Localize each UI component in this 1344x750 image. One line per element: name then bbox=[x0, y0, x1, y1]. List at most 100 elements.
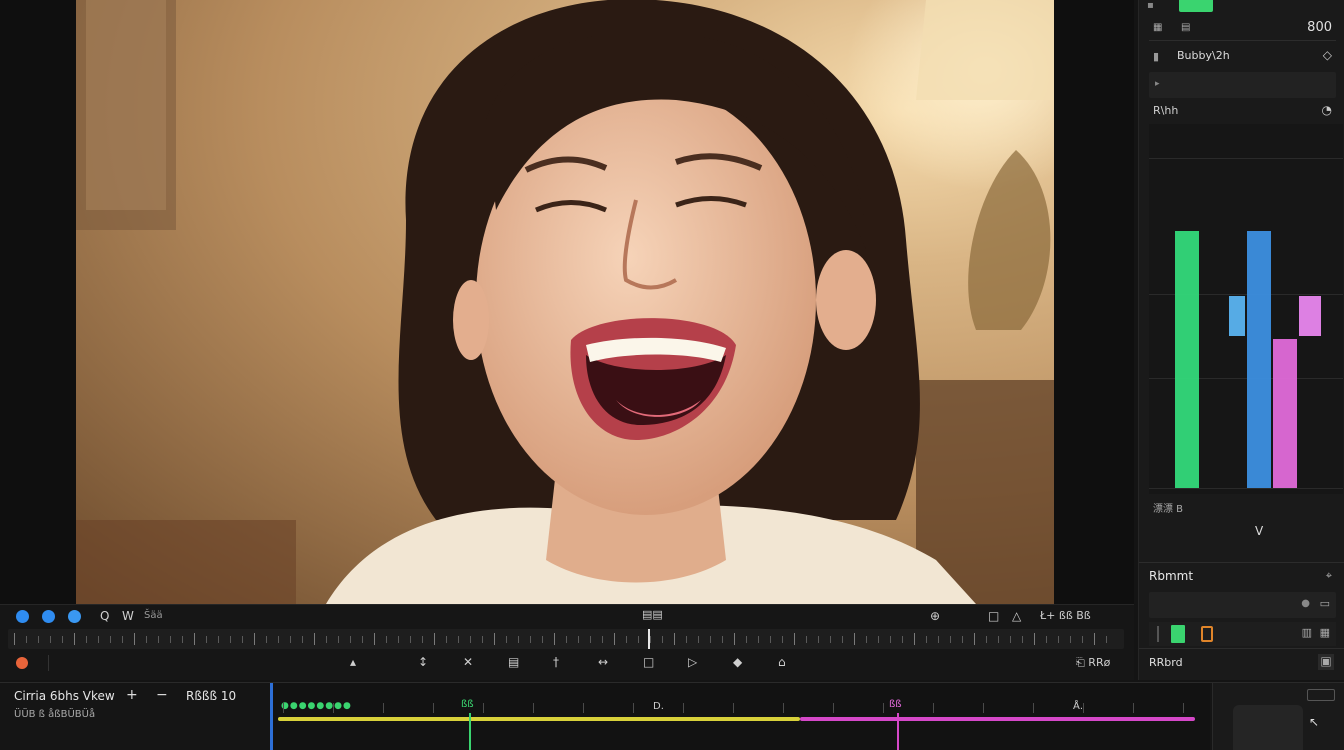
scope-bar-green bbox=[1175, 231, 1199, 488]
ruler-tick bbox=[782, 636, 783, 643]
ruler-tick bbox=[266, 636, 267, 643]
ruler-tick bbox=[542, 636, 543, 643]
timeline-tracks[interactable]: ●●●●●●●● ßß D. ßß Å. bbox=[270, 683, 1210, 750]
timeline-tick bbox=[983, 703, 984, 713]
yellow-clip-track[interactable] bbox=[278, 717, 800, 721]
diamond-icon[interactable]: ◇ bbox=[1323, 48, 1332, 62]
ruler-tick bbox=[1046, 636, 1047, 643]
crop-tool[interactable]: □ bbox=[643, 655, 654, 669]
layer-value-field[interactable]: ▸ bbox=[1149, 72, 1336, 98]
ruler-tick bbox=[926, 636, 927, 643]
add-track-icon[interactable]: + bbox=[126, 687, 138, 703]
ruler-tick bbox=[794, 633, 795, 645]
layer-name: Bubby\2h bbox=[1177, 49, 1230, 62]
cloud-icon[interactable] bbox=[42, 610, 55, 623]
ruler-tick bbox=[878, 636, 879, 643]
wave-button[interactable]: W bbox=[122, 609, 134, 623]
green-track-label: ●●●●●●●● bbox=[281, 701, 352, 711]
ruler-tick bbox=[1022, 636, 1023, 643]
ruler-tick bbox=[374, 633, 375, 645]
marker-button[interactable]: ▴ bbox=[350, 655, 356, 669]
scopes-settings-icon[interactable]: ◔ bbox=[1322, 103, 1332, 117]
green-keyframe-button[interactable] bbox=[1171, 625, 1185, 643]
field-menu-icon[interactable]: ▭ bbox=[1320, 597, 1330, 610]
transport-bar: Q W Šää ▤▤ ⊕ □ △ Ł+ ßß Bß ▴ ↕ ✕ ▤ † ↔ □ ▷ ◆ ⌂ ⎗ … bbox=[0, 604, 1134, 680]
home-tool[interactable]: ⌂ bbox=[778, 655, 786, 669]
expand-chevron-icon[interactable]: V bbox=[1255, 524, 1263, 538]
pink-clip-track[interactable] bbox=[800, 717, 1195, 721]
razor-tool[interactable]: ✕ bbox=[463, 655, 473, 669]
video-preview[interactable] bbox=[76, 0, 1054, 604]
pink-playhead[interactable] bbox=[897, 713, 899, 750]
mark-in-button[interactable]: Q bbox=[100, 609, 109, 623]
pen-tool[interactable]: † bbox=[553, 655, 559, 669]
ruler-tick bbox=[482, 636, 483, 643]
ruler-tick bbox=[242, 636, 243, 643]
slip-tool[interactable]: ↔ bbox=[598, 655, 608, 669]
row-handle bbox=[1157, 626, 1159, 642]
safe-area-button[interactable]: □ bbox=[988, 609, 999, 623]
section-pin-icon[interactable]: ⌖ bbox=[1326, 569, 1332, 583]
field-dot-icon: ● bbox=[1301, 598, 1310, 609]
scope-bar-magenta-small bbox=[1299, 296, 1321, 336]
timeline-tick bbox=[683, 703, 684, 713]
scope-gridline bbox=[1149, 488, 1343, 489]
ruler-playhead[interactable] bbox=[648, 629, 660, 649]
ruler-tick bbox=[194, 633, 195, 645]
ruler-tick bbox=[122, 636, 123, 643]
ruler-tick bbox=[902, 636, 903, 643]
ruler-tick bbox=[578, 636, 579, 643]
ruler-tick bbox=[50, 636, 51, 643]
trim-tool[interactable]: ↕ bbox=[418, 655, 428, 669]
panel-menu-icon[interactable]: ▪ bbox=[1147, 0, 1154, 11]
ruler-tick bbox=[26, 636, 27, 643]
orange-keyframe-button[interactable] bbox=[1201, 626, 1213, 642]
comment-icon[interactable] bbox=[16, 610, 29, 623]
green-playhead[interactable] bbox=[469, 713, 471, 750]
ruler-tick bbox=[494, 633, 495, 645]
toggle-button[interactable] bbox=[1307, 689, 1335, 701]
layer-toggle-icon[interactable]: ▮ bbox=[1153, 50, 1159, 63]
timeline-tick bbox=[333, 703, 334, 713]
grid-icon[interactable]: ▦ bbox=[1153, 22, 1162, 33]
record-button[interactable] bbox=[16, 657, 28, 669]
timeline-tick bbox=[633, 703, 634, 713]
output-settings-button[interactable]: ⎗ RRø bbox=[1076, 656, 1110, 670]
scrubber-ruler[interactable] bbox=[8, 629, 1124, 649]
ruler-tick bbox=[422, 636, 423, 643]
remove-track-icon[interactable]: − bbox=[156, 687, 168, 703]
timeline-tick bbox=[1033, 703, 1034, 713]
ripple-tool[interactable]: ▤ bbox=[508, 655, 519, 669]
ruler-tick bbox=[302, 636, 303, 643]
arrow-icon[interactable]: ↖ bbox=[1309, 715, 1319, 729]
mid-marker-label: D. bbox=[653, 701, 664, 712]
timeline-tick bbox=[583, 703, 584, 713]
timeline-tick bbox=[283, 703, 284, 713]
warning-button[interactable]: △ bbox=[1012, 609, 1021, 623]
track-subtitle: ÜÜB ß åßBÜBÜå bbox=[14, 709, 96, 720]
ruler-tick bbox=[386, 636, 387, 643]
pink-marker-label: ßß bbox=[889, 699, 902, 710]
scope-bar-magenta bbox=[1273, 339, 1297, 488]
section-field[interactable]: ● ▭ bbox=[1149, 592, 1336, 618]
layout-icon[interactable]: ▦ bbox=[1320, 626, 1330, 639]
compare-icon[interactable]: ▥ bbox=[1302, 626, 1312, 639]
keyframe-tool[interactable]: ◆ bbox=[733, 655, 742, 669]
ruler-tick bbox=[962, 636, 963, 643]
active-clip-swatch[interactable] bbox=[1179, 0, 1213, 12]
ruler-tick bbox=[866, 636, 867, 643]
list-icon[interactable]: ▤ bbox=[1181, 22, 1190, 33]
mini-viewer[interactable] bbox=[1233, 705, 1303, 750]
play-tool[interactable]: ▷ bbox=[688, 655, 697, 669]
timeline-tick bbox=[483, 703, 484, 713]
ruler-tick bbox=[638, 636, 639, 643]
zoom-button[interactable]: ⊕ bbox=[930, 609, 940, 623]
ruler-tick bbox=[230, 636, 231, 643]
info-icon[interactable] bbox=[68, 610, 81, 623]
mini-button[interactable]: ▣ bbox=[1318, 654, 1334, 670]
ruler-tick bbox=[554, 633, 555, 645]
ruler-tick bbox=[110, 636, 111, 643]
ruler-tick bbox=[278, 636, 279, 643]
section-control-row: ▥ ▦ bbox=[1149, 622, 1336, 646]
timeline-tick bbox=[1133, 703, 1134, 713]
